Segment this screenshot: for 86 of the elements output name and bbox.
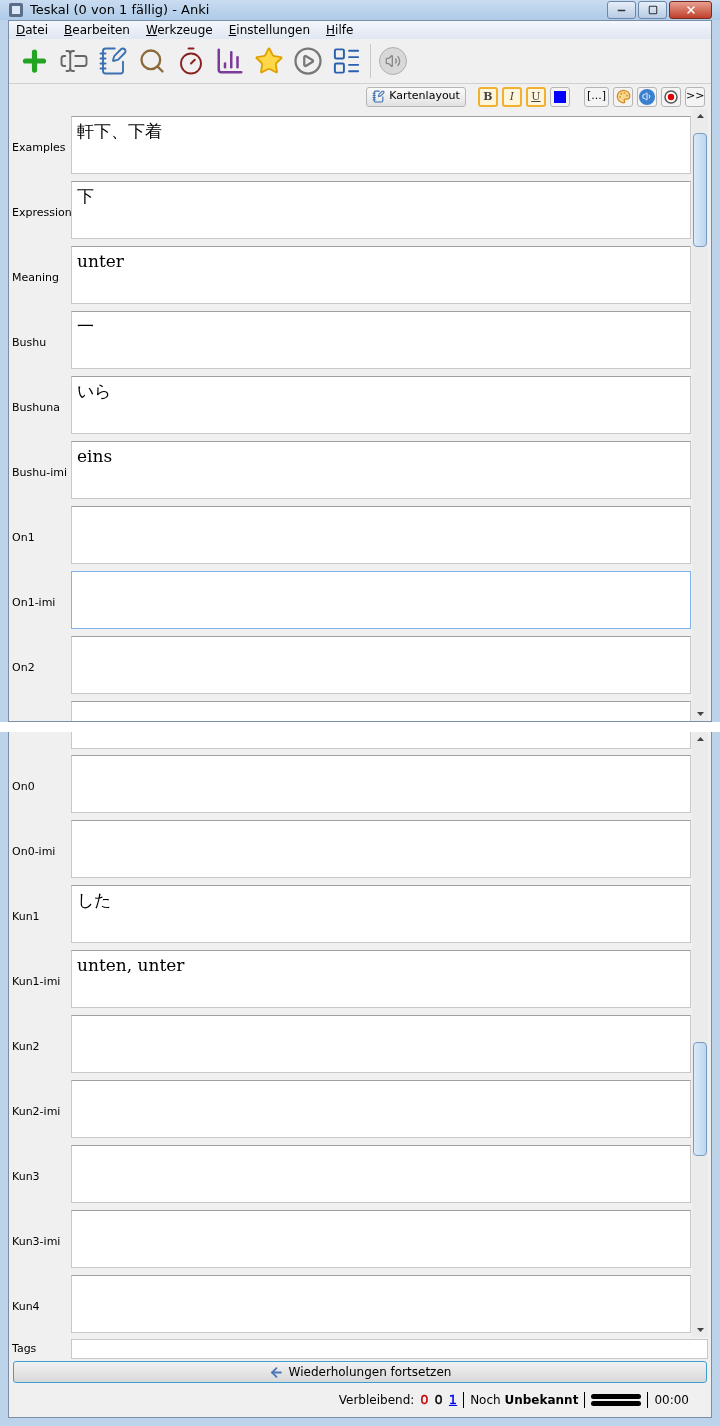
menu-item[interactable]: Werkzeuge: [145, 24, 213, 36]
scroll-down-icon[interactable]: [696, 712, 704, 716]
progress-bars-drawing: [591, 1393, 642, 1407]
close-icon: [684, 4, 697, 16]
play-icon: [292, 46, 323, 76]
field-label: Examples: [12, 140, 66, 157]
field-input[interactable]: unten, unter: [71, 950, 691, 1008]
star-icon: [253, 46, 284, 76]
field-label: Meaning: [12, 270, 59, 287]
remaining-count: 0: [420, 1391, 429, 1410]
field-label: Kun3: [12, 1169, 40, 1186]
menu-item[interactable]: Einstellungen: [228, 24, 311, 36]
field-input[interactable]: [71, 732, 691, 749]
field-label: Bushu: [12, 335, 47, 352]
bold-button[interactable]: B: [477, 86, 498, 107]
field-label: On1-imi: [12, 595, 56, 612]
app-icon: [8, 2, 24, 18]
field-input[interactable]: 下: [71, 181, 691, 239]
field-input[interactable]: [71, 571, 691, 629]
minimize-button[interactable]: [607, 1, 636, 19]
tags-input[interactable]: [71, 1339, 708, 1359]
field-label: On0: [12, 779, 35, 796]
maximize-button[interactable]: [638, 1, 667, 19]
field-label: Bushuna: [12, 400, 60, 417]
field-input[interactable]: 軒下、下着: [71, 116, 691, 174]
record-button[interactable]: [661, 86, 681, 107]
field-input[interactable]: [71, 1275, 691, 1333]
color-picker-button[interactable]: [613, 86, 633, 107]
tags-label: Tags: [11, 1340, 38, 1357]
list-icon: [331, 45, 362, 77]
field-input[interactable]: eins: [71, 441, 691, 499]
field-label: On1: [12, 530, 35, 547]
field-label: Expression: [12, 205, 72, 222]
field-input[interactable]: 一: [71, 311, 691, 369]
remaining-count: 0: [434, 1391, 443, 1410]
field-input[interactable]: unter: [71, 246, 691, 304]
menu-item[interactable]: Datei: [16, 24, 49, 36]
record-icon: [664, 89, 678, 104]
sound-button[interactable]: [637, 86, 657, 107]
field-label: Bushu-imi: [12, 465, 67, 482]
field-label: Kun1: [12, 909, 40, 926]
field-label: Kun1-imi: [12, 974, 61, 991]
menu-item[interactable]: Hilfe: [326, 24, 354, 36]
field-input[interactable]: [71, 636, 691, 694]
cloze-button[interactable]: [...]: [583, 86, 609, 107]
field-label: Kun4: [12, 1299, 40, 1316]
remaining-count[interactable]: 1: [448, 1390, 458, 1410]
field-input[interactable]: いら: [71, 376, 691, 434]
scrollbar-thumb[interactable]: [693, 1042, 707, 1156]
field-input[interactable]: [71, 506, 691, 564]
field-label: On2: [12, 660, 35, 677]
field-label: On0-imi: [12, 844, 56, 861]
field-input[interactable]: [71, 1210, 691, 1268]
field-input[interactable]: [71, 820, 691, 878]
scroll-up-icon[interactable]: [696, 737, 704, 741]
field-input[interactable]: [71, 1145, 691, 1203]
italic-button[interactable]: I: [501, 86, 522, 107]
scrollbar[interactable]: [692, 109, 708, 721]
field-input[interactable]: [71, 1080, 691, 1138]
field-input[interactable]: [71, 1015, 691, 1073]
resume-reviews-button[interactable]: Wiederholungen fortsetzen: [13, 1361, 707, 1383]
scrollbar[interactable]: [692, 732, 708, 1337]
more-button[interactable]: >>: [685, 86, 705, 107]
close-button[interactable]: [669, 1, 712, 19]
palette-icon: [615, 89, 631, 104]
eta-text: Noch Unbekannt: [470, 1392, 579, 1409]
timer-text: 00:00: [654, 1392, 689, 1409]
field-input[interactable]: [71, 755, 691, 813]
notebook-pen-icon: [372, 90, 386, 103]
window-title: Teskal (0 von 1 fällig) - Anki: [30, 1, 210, 20]
field-label: Kun3-imi: [12, 1234, 61, 1251]
field-label: Kun2: [12, 1039, 40, 1056]
field-label: Kun2-imi: [12, 1104, 61, 1121]
underline-button[interactable]: U: [525, 86, 546, 107]
card-layout-button[interactable]: Kartenlayout: [366, 86, 466, 107]
scrollbar-thumb[interactable]: [693, 133, 707, 247]
speaker-icon: [385, 53, 401, 69]
scroll-down-icon[interactable]: [696, 1328, 704, 1332]
menu-item[interactable]: Bearbeiten: [64, 24, 130, 36]
remaining-label: Verbleibend:: [338, 1392, 415, 1409]
search-icon: [137, 47, 166, 75]
scroll-up-icon[interactable]: [696, 114, 704, 118]
speaker-icon: [641, 91, 653, 102]
notebook-pen-icon: [97, 46, 128, 76]
maximize-icon: [647, 5, 658, 15]
field-input[interactable]: した: [71, 885, 691, 943]
